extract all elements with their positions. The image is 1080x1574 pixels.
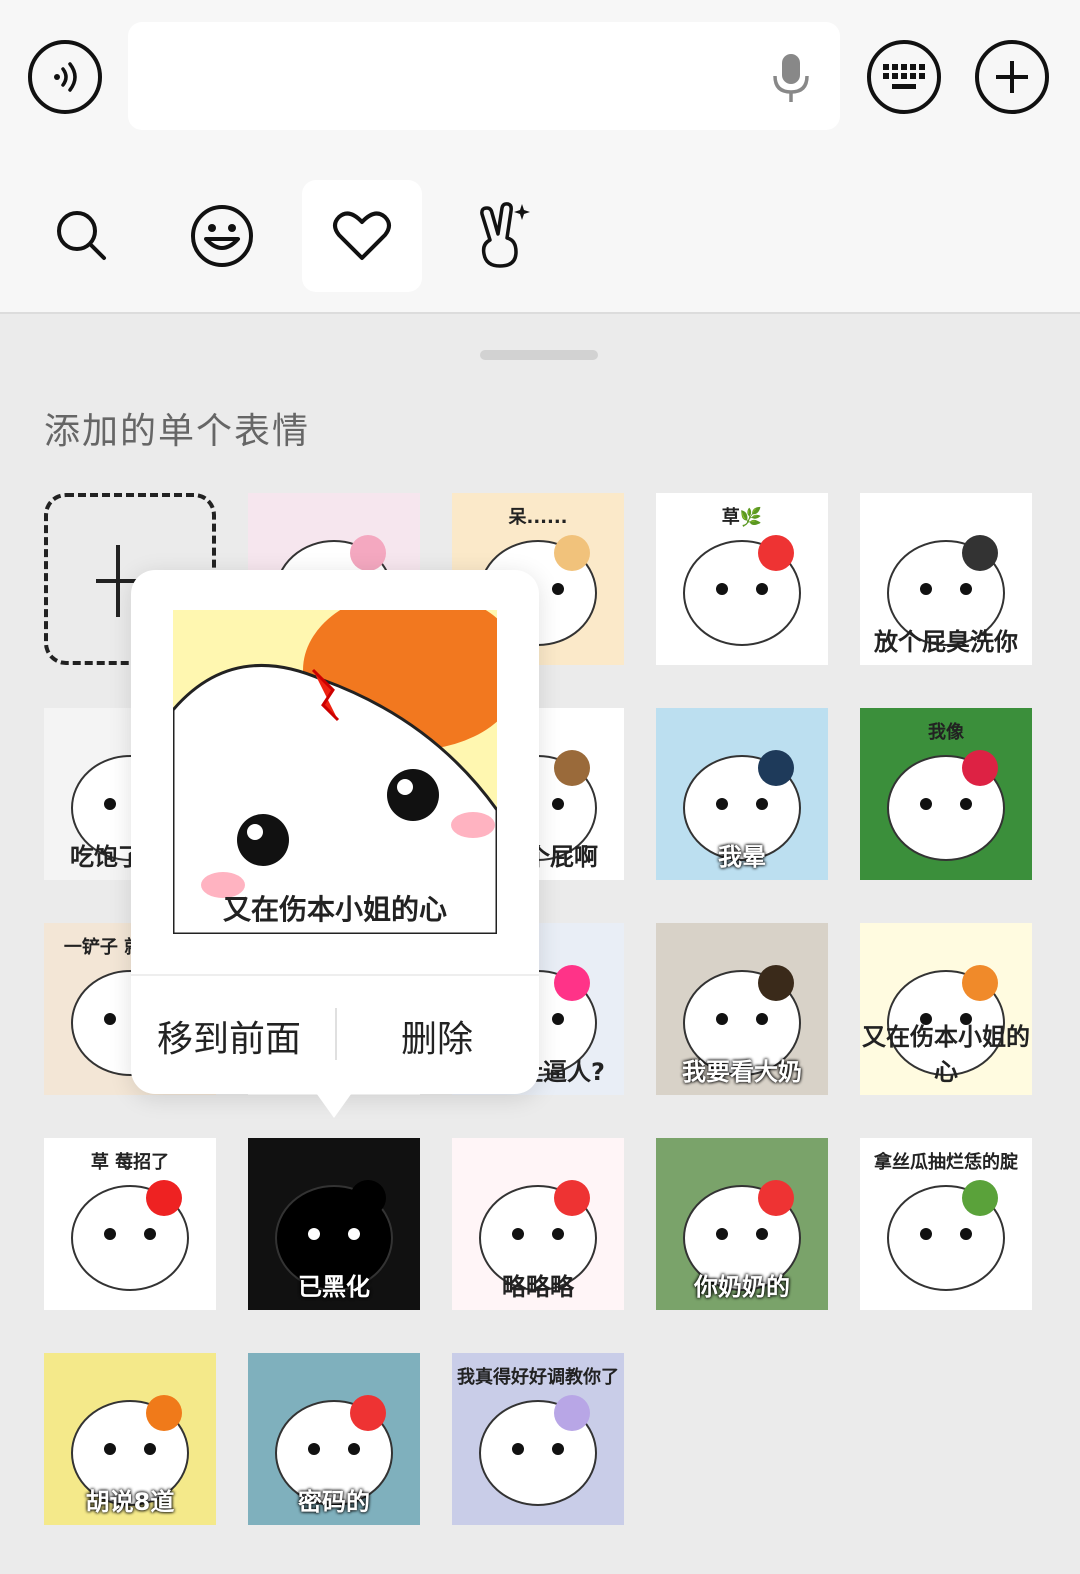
input-bar: [0, 0, 1080, 150]
section-title: 添加的单个表情: [44, 411, 311, 452]
sticker-caption: 密码的: [298, 1488, 370, 1516]
sticker-item[interactable]: 草 莓招了: [44, 1138, 216, 1310]
sticker-top-text: 我真得好好调教你了: [457, 1367, 619, 1388]
tab-emoji[interactable]: [162, 180, 282, 292]
heart-icon: [333, 211, 391, 260]
voice-button[interactable]: [28, 40, 102, 114]
popup-pointer: [314, 1090, 354, 1118]
tab-search[interactable]: [22, 180, 142, 292]
sticker-caption: 又在伤本小姐的心: [222, 893, 447, 926]
sticker-item[interactable]: 略略略: [452, 1138, 624, 1310]
action-divider: [335, 1008, 337, 1060]
sticker-item[interactable]: 我要看大奶: [656, 923, 828, 1095]
sticker-caption: 我要看大奶: [682, 1058, 802, 1086]
microphone-button[interactable]: [768, 50, 814, 106]
emoji-tabs: [0, 160, 1080, 310]
sticker-top-text: 草🌿: [721, 507, 763, 528]
sticker-item[interactable]: 胡说8道: [44, 1353, 216, 1525]
sticker-item[interactable]: 拿丝瓜抽烂恁的腚: [860, 1138, 1032, 1310]
voice-icon: [54, 62, 77, 92]
sticker-caption: 已黑化: [298, 1273, 370, 1301]
keyboard-icon: [883, 64, 925, 89]
sticker-caption: 你奶奶的: [694, 1273, 790, 1301]
sticker-item[interactable]: 已黑化: [248, 1138, 420, 1310]
tab-stickers[interactable]: [442, 180, 562, 292]
sticker-item[interactable]: 你奶奶的: [656, 1138, 828, 1310]
popup-divider: [131, 974, 539, 976]
sticker-preview: 又在伤本小姐的心: [173, 610, 497, 934]
plus-button[interactable]: [975, 40, 1049, 114]
sticker-top-text: 拿丝瓜抽烂恁的腚: [874, 1152, 1018, 1173]
message-input[interactable]: [128, 22, 840, 130]
chat-input-area: [0, 0, 1080, 312]
delete-button[interactable]: 删除: [401, 1010, 473, 1062]
smiley-icon: [191, 205, 253, 267]
sticker-item[interactable]: 又在伤本小姐的心: [860, 923, 1032, 1095]
sticker-top-text: 我像: [928, 722, 964, 743]
sticker-caption: 胡说8道: [85, 1488, 175, 1516]
drag-handle[interactable]: [480, 350, 598, 360]
sticker-top-text: 呆......: [508, 507, 568, 528]
sticker-caption: 我晕: [718, 843, 766, 871]
sticker-item[interactable]: 我晕: [656, 708, 828, 880]
sticker-item[interactable]: 我像: [860, 708, 1032, 880]
search-icon: [57, 211, 106, 260]
sticker-context-popup: 又在伤本小姐的心 移到前面 删除: [131, 570, 539, 1094]
sticker-caption: 略略略: [502, 1273, 574, 1301]
hand-sparkle-icon: [480, 202, 530, 268]
sticker-item[interactable]: 密码的: [248, 1353, 420, 1525]
sticker-item[interactable]: 我真得好好调教你了: [452, 1353, 624, 1525]
hamster-image: [173, 610, 497, 934]
sticker-item[interactable]: 放个屁臭洗你: [860, 493, 1032, 665]
sticker-caption: 放个屁臭洗你: [874, 628, 1018, 656]
microphone-icon: [773, 54, 809, 102]
sticker-top-text: 草 莓招了: [90, 1152, 170, 1173]
sticker-item[interactable]: 草🌿: [656, 493, 828, 665]
plus-icon: [996, 61, 1028, 93]
move-to-front-button[interactable]: 移到前面: [157, 1010, 301, 1062]
tab-favorites[interactable]: [302, 180, 422, 292]
keyboard-button[interactable]: [867, 40, 941, 114]
sticker-caption: 又在伤本小姐的心: [862, 1023, 1030, 1086]
